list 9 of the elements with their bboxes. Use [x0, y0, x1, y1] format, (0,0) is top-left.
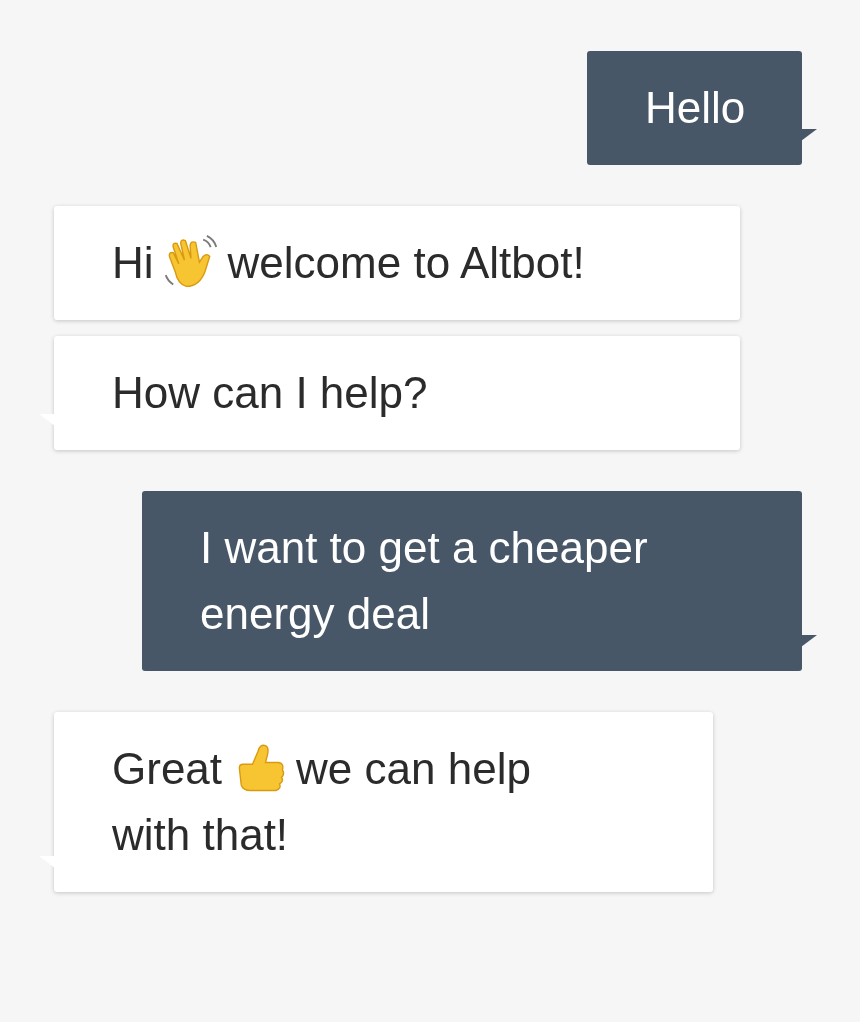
- message-text: How can I help?: [112, 367, 428, 419]
- message-text: I want to get a cheaper: [200, 522, 648, 574]
- message-text: we can help: [296, 743, 531, 795]
- message-text: with that!: [112, 809, 289, 861]
- message-text: Hello: [645, 82, 746, 134]
- message-text: energy deal: [200, 588, 430, 640]
- message-text: Hi: [112, 237, 154, 289]
- message-text: welcome to Altbot!: [227, 237, 585, 289]
- message-text: Great: [112, 743, 223, 795]
